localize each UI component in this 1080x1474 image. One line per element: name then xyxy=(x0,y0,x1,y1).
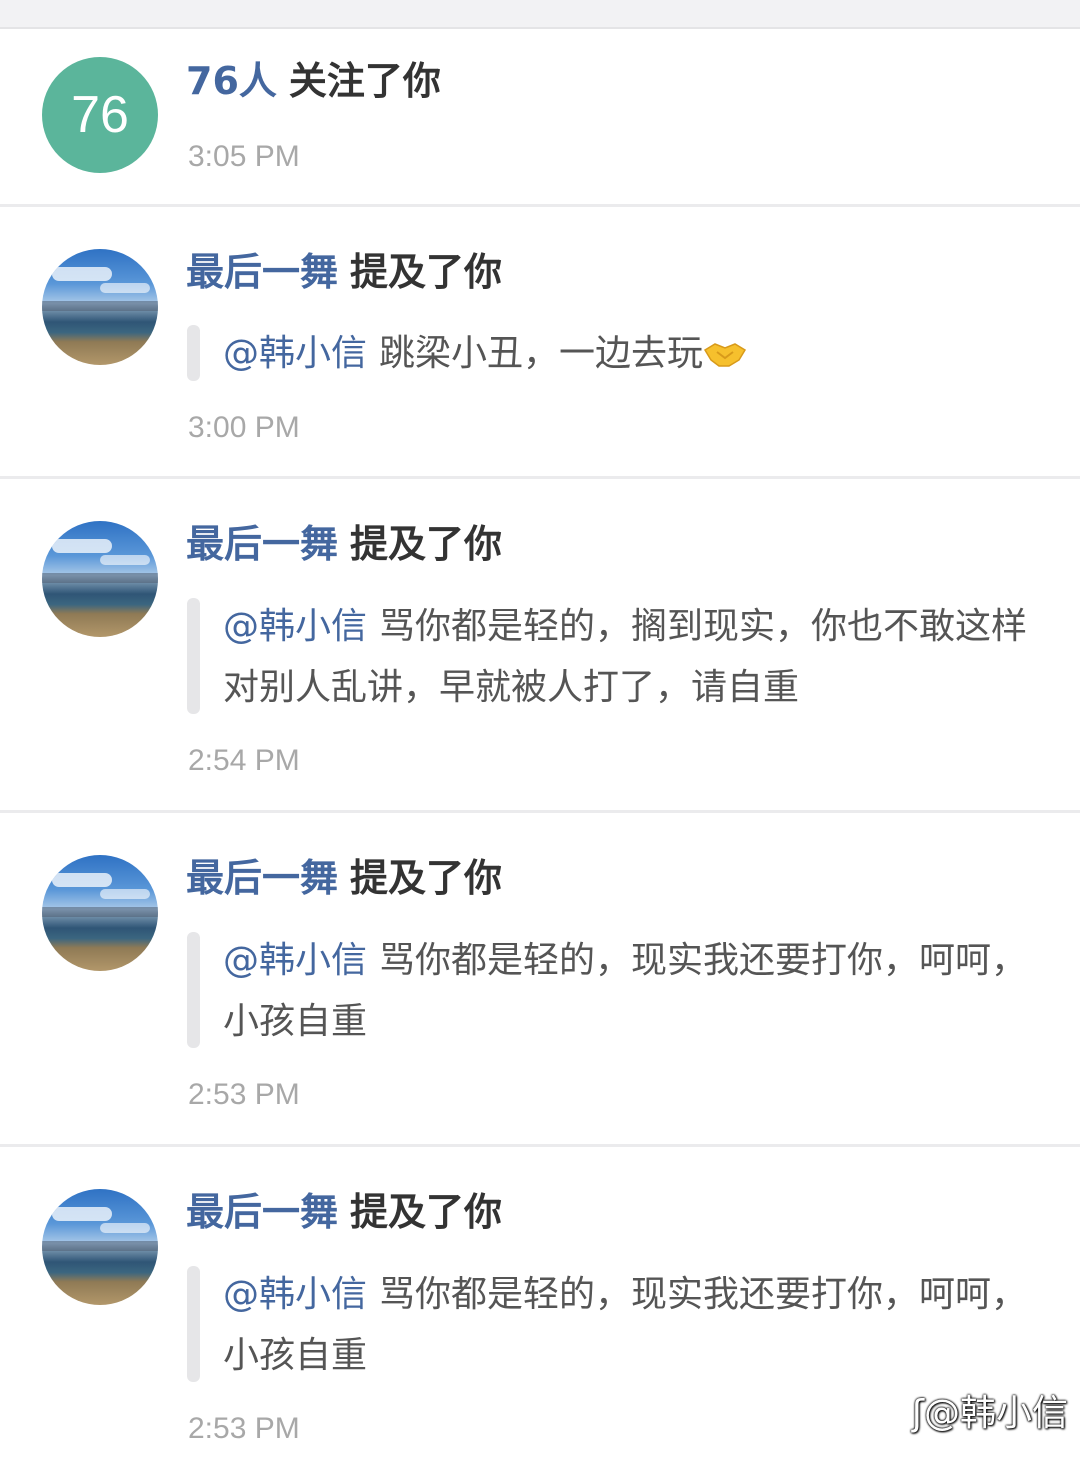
notification-title: 最后一舞 提及了你 xyxy=(186,248,502,296)
notification-action: 提及了你 xyxy=(350,856,503,900)
watermark-logo-icon: ʃ xyxy=(911,1393,924,1434)
notification-action: 提及了你 xyxy=(350,1190,503,1234)
follower-count-link[interactable]: 76人 xyxy=(186,59,277,103)
mention-text[interactable]: @韩小信 骂你都是轻的，搁到现实，你也不敢这样对别人乱讲，早就被人打了，请自重 xyxy=(223,596,1038,718)
quote-bar xyxy=(187,1266,200,1382)
notification-time: 3:05 PM xyxy=(188,140,300,173)
notification-title: 最后一舞 提及了你 xyxy=(186,1188,502,1236)
comment-text: 跳梁小丑，一边去玩 xyxy=(379,333,704,374)
mention-link[interactable]: @韩小信 xyxy=(223,333,367,374)
notification-mention[interactable]: 最后一舞 提及了你 @韩小信 骂你都是轻的，搁到现实，你也不敢这样对别人乱讲，早就被… xyxy=(0,479,1080,810)
follower-count-avatar[interactable]: 76 xyxy=(42,57,158,173)
follower-count-text: 76 xyxy=(71,86,129,144)
notification-action: 提及了你 xyxy=(350,250,503,294)
username-link[interactable]: 最后一舞 xyxy=(186,522,338,566)
notification-time: 2:53 PM xyxy=(188,1412,300,1445)
notification-time: 2:53 PM xyxy=(188,1078,300,1111)
mention-text[interactable]: @韩小信 骂你都是轻的，现实我还要打你，呵呵，小孩自重 xyxy=(223,1264,1038,1386)
notification-time: 3:00 PM xyxy=(188,411,300,444)
mention-text[interactable]: @韩小信 骂你都是轻的，现实我还要打你，呵呵，小孩自重 xyxy=(223,930,1038,1052)
notification-title: 76人 关注了你 xyxy=(186,57,441,105)
notification-time: 2:54 PM xyxy=(188,744,300,777)
notification-title: 最后一舞 提及了你 xyxy=(186,520,502,568)
username-link[interactable]: 最后一舞 xyxy=(186,250,338,294)
notification-mention[interactable]: 最后一舞 提及了你 @韩小信 骂你都是轻的，现实我还要打你，呵呵，小孩自重 2:53… xyxy=(0,813,1080,1144)
top-edge xyxy=(0,0,1080,29)
notification-follow[interactable]: 76 76人 关注了你 3:05 PM xyxy=(0,29,1080,204)
username-link[interactable]: 最后一舞 xyxy=(186,1190,338,1234)
quote-bar xyxy=(187,932,200,1048)
notification-mention[interactable]: 最后一舞 提及了你 @韩小信 跳梁小丑，一边去玩 3:00 PM xyxy=(0,207,1080,477)
username-link[interactable]: 最后一舞 xyxy=(186,856,338,900)
mention-link[interactable]: @韩小信 xyxy=(223,1274,367,1315)
quote-bar xyxy=(187,325,200,381)
quote-bar xyxy=(187,598,200,714)
notification-title: 最后一舞 提及了你 xyxy=(186,854,502,902)
mention-text[interactable]: @韩小信 跳梁小丑，一边去玩 xyxy=(223,323,1038,384)
watermark-text: @韩小信 xyxy=(923,1393,1068,1434)
notification-action: 提及了你 xyxy=(350,522,503,566)
mention-link[interactable]: @韩小信 xyxy=(223,940,367,981)
mention-link[interactable]: @韩小信 xyxy=(223,606,367,647)
user-avatar[interactable] xyxy=(42,249,158,365)
user-avatar[interactable] xyxy=(42,1189,158,1305)
user-avatar[interactable] xyxy=(42,521,158,637)
handshake-emoji-icon xyxy=(704,343,747,367)
notification-action: 关注了你 xyxy=(288,59,441,103)
user-avatar[interactable] xyxy=(42,855,158,971)
watermark: ʃ@韩小信 xyxy=(912,1384,1068,1436)
